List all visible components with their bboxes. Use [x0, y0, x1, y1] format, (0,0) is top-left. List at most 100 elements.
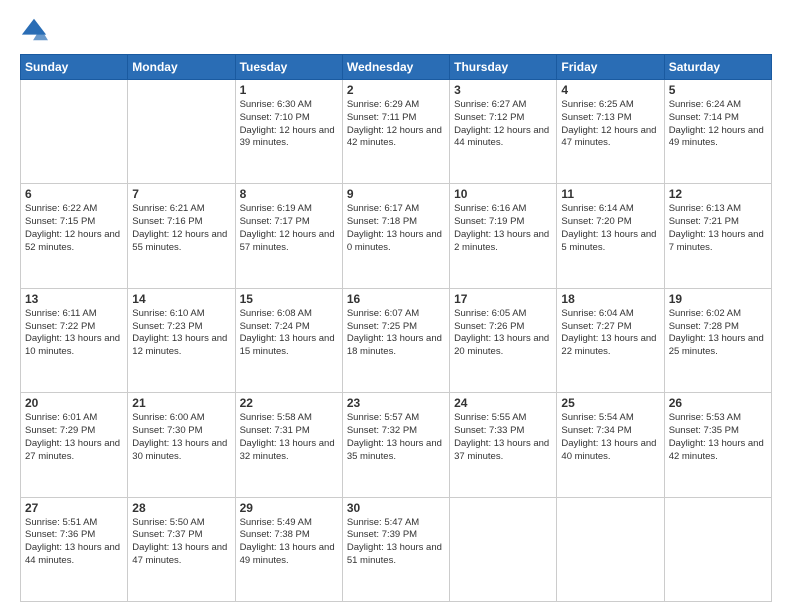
- calendar-cell: 19 Sunrise: 6:02 AM Sunset: 7:28 PM Dayli…: [664, 288, 771, 392]
- header: [20, 16, 772, 44]
- week-row-4: 20 Sunrise: 6:01 AM Sunset: 7:29 PM Dayli…: [21, 393, 772, 497]
- calendar-cell: 24 Sunrise: 5:55 AM Sunset: 7:33 PM Dayli…: [450, 393, 557, 497]
- day-info: Sunrise: 6:04 AM Sunset: 7:27 PM Dayligh…: [561, 308, 659, 359]
- week-row-5: 27 Sunrise: 5:51 AM Sunset: 7:36 PM Dayli…: [21, 497, 772, 601]
- day-number: 8: [240, 187, 338, 201]
- calendar-cell: 4Sunrise: 6:25 AM Sunset: 7:13 PM Daylig…: [557, 80, 664, 184]
- day-info: Sunrise: 5:51 AM Sunset: 7:36 PM Dayligh…: [25, 517, 123, 568]
- calendar-cell: [21, 80, 128, 184]
- calendar-cell: 14 Sunrise: 6:10 AM Sunset: 7:23 PM Dayli…: [128, 288, 235, 392]
- calendar-cell: [128, 80, 235, 184]
- calendar-cell: [664, 497, 771, 601]
- logo: [20, 16, 52, 44]
- day-number: 28: [132, 501, 230, 515]
- day-number: 30: [347, 501, 445, 515]
- day-number: 9: [347, 187, 445, 201]
- week-row-3: 13 Sunrise: 6:11 AM Sunset: 7:22 PM Dayli…: [21, 288, 772, 392]
- day-info: Sunrise: 5:57 AM Sunset: 7:32 PM Dayligh…: [347, 412, 445, 463]
- day-number: 19: [669, 292, 767, 306]
- day-number: 11: [561, 187, 659, 201]
- calendar-cell: 23 Sunrise: 5:57 AM Sunset: 7:32 PM Dayli…: [342, 393, 449, 497]
- day-number: 29: [240, 501, 338, 515]
- calendar-cell: 22 Sunrise: 5:58 AM Sunset: 7:31 PM Dayli…: [235, 393, 342, 497]
- calendar: SundayMondayTuesdayWednesdayThursdayFrid…: [20, 54, 772, 602]
- day-number: 21: [132, 396, 230, 410]
- calendar-cell: 5 Sunrise: 6:24 AM Sunset: 7:14 PM Daylig…: [664, 80, 771, 184]
- day-info: Sunrise: 5:55 AM Sunset: 7:33 PM Dayligh…: [454, 412, 552, 463]
- day-number: 25: [561, 396, 659, 410]
- day-info: Sunrise: 6:30 AM Sunset: 7:10 PM Dayligh…: [240, 99, 338, 150]
- calendar-cell: [557, 497, 664, 601]
- calendar-cell: 10Sunrise: 6:16 AM Sunset: 7:19 PM Dayli…: [450, 184, 557, 288]
- day-number: 1: [240, 83, 338, 97]
- day-info: Sunrise: 5:58 AM Sunset: 7:31 PM Dayligh…: [240, 412, 338, 463]
- day-number: 20: [25, 396, 123, 410]
- weekday-header-friday: Friday: [557, 55, 664, 80]
- day-info: Sunrise: 6:08 AM Sunset: 7:24 PM Dayligh…: [240, 308, 338, 359]
- day-number: 23: [347, 396, 445, 410]
- day-info: Sunrise: 6:01 AM Sunset: 7:29 PM Dayligh…: [25, 412, 123, 463]
- day-number: 6: [25, 187, 123, 201]
- calendar-cell: 18 Sunrise: 6:04 AM Sunset: 7:27 PM Dayli…: [557, 288, 664, 392]
- day-info: Sunrise: 6:17 AM Sunset: 7:18 PM Dayligh…: [347, 203, 445, 254]
- day-info: Sunrise: 5:50 AM Sunset: 7:37 PM Dayligh…: [132, 517, 230, 568]
- day-info: Sunrise: 5:54 AM Sunset: 7:34 PM Dayligh…: [561, 412, 659, 463]
- calendar-cell: 2 Sunrise: 6:29 AM Sunset: 7:11 PM Daylig…: [342, 80, 449, 184]
- weekday-header-sunday: Sunday: [21, 55, 128, 80]
- day-number: 14: [132, 292, 230, 306]
- calendar-cell: 12 Sunrise: 6:13 AM Sunset: 7:21 PM Dayli…: [664, 184, 771, 288]
- day-info: Sunrise: 6:24 AM Sunset: 7:14 PM Dayligh…: [669, 99, 767, 150]
- calendar-cell: 21Sunrise: 6:00 AM Sunset: 7:30 PM Dayli…: [128, 393, 235, 497]
- calendar-cell: 1 Sunrise: 6:30 AM Sunset: 7:10 PM Daylig…: [235, 80, 342, 184]
- weekday-header-tuesday: Tuesday: [235, 55, 342, 80]
- calendar-cell: 8Sunrise: 6:19 AM Sunset: 7:17 PM Daylig…: [235, 184, 342, 288]
- day-number: 16: [347, 292, 445, 306]
- calendar-cell: 20 Sunrise: 6:01 AM Sunset: 7:29 PM Dayli…: [21, 393, 128, 497]
- calendar-cell: 28 Sunrise: 5:50 AM Sunset: 7:37 PM Dayli…: [128, 497, 235, 601]
- day-info: Sunrise: 5:47 AM Sunset: 7:39 PM Dayligh…: [347, 517, 445, 568]
- day-number: 17: [454, 292, 552, 306]
- weekday-header-thursday: Thursday: [450, 55, 557, 80]
- calendar-cell: 11 Sunrise: 6:14 AM Sunset: 7:20 PM Dayli…: [557, 184, 664, 288]
- day-number: 5: [669, 83, 767, 97]
- day-info: Sunrise: 6:14 AM Sunset: 7:20 PM Dayligh…: [561, 203, 659, 254]
- day-info: Sunrise: 6:07 AM Sunset: 7:25 PM Dayligh…: [347, 308, 445, 359]
- weekday-header-wednesday: Wednesday: [342, 55, 449, 80]
- page: SundayMondayTuesdayWednesdayThursdayFrid…: [0, 0, 792, 612]
- calendar-cell: 9 Sunrise: 6:17 AM Sunset: 7:18 PM Daylig…: [342, 184, 449, 288]
- day-info: Sunrise: 6:13 AM Sunset: 7:21 PM Dayligh…: [669, 203, 767, 254]
- week-row-1: 1 Sunrise: 6:30 AM Sunset: 7:10 PM Daylig…: [21, 80, 772, 184]
- day-info: Sunrise: 6:22 AM Sunset: 7:15 PM Dayligh…: [25, 203, 123, 254]
- calendar-cell: 25 Sunrise: 5:54 AM Sunset: 7:34 PM Dayli…: [557, 393, 664, 497]
- day-info: Sunrise: 6:11 AM Sunset: 7:22 PM Dayligh…: [25, 308, 123, 359]
- calendar-cell: 16 Sunrise: 6:07 AM Sunset: 7:25 PM Dayli…: [342, 288, 449, 392]
- day-number: 13: [25, 292, 123, 306]
- weekday-header-row: SundayMondayTuesdayWednesdayThursdayFrid…: [21, 55, 772, 80]
- calendar-cell: 27 Sunrise: 5:51 AM Sunset: 7:36 PM Dayli…: [21, 497, 128, 601]
- day-number: 27: [25, 501, 123, 515]
- day-number: 12: [669, 187, 767, 201]
- day-number: 7: [132, 187, 230, 201]
- day-info: Sunrise: 6:02 AM Sunset: 7:28 PM Dayligh…: [669, 308, 767, 359]
- calendar-cell: 6 Sunrise: 6:22 AM Sunset: 7:15 PM Daylig…: [21, 184, 128, 288]
- day-info: Sunrise: 6:10 AM Sunset: 7:23 PM Dayligh…: [132, 308, 230, 359]
- calendar-cell: 17 Sunrise: 6:05 AM Sunset: 7:26 PM Dayli…: [450, 288, 557, 392]
- day-info: Sunrise: 6:16 AM Sunset: 7:19 PM Dayligh…: [454, 203, 552, 254]
- day-info: Sunrise: 6:05 AM Sunset: 7:26 PM Dayligh…: [454, 308, 552, 359]
- day-number: 24: [454, 396, 552, 410]
- day-number: 22: [240, 396, 338, 410]
- week-row-2: 6 Sunrise: 6:22 AM Sunset: 7:15 PM Daylig…: [21, 184, 772, 288]
- day-number: 26: [669, 396, 767, 410]
- calendar-cell: 15 Sunrise: 6:08 AM Sunset: 7:24 PM Dayli…: [235, 288, 342, 392]
- day-number: 2: [347, 83, 445, 97]
- day-info: Sunrise: 6:21 AM Sunset: 7:16 PM Dayligh…: [132, 203, 230, 254]
- day-number: 18: [561, 292, 659, 306]
- calendar-cell: 3Sunrise: 6:27 AM Sunset: 7:12 PM Daylig…: [450, 80, 557, 184]
- day-info: Sunrise: 6:27 AM Sunset: 7:12 PM Dayligh…: [454, 99, 552, 150]
- day-info: Sunrise: 6:29 AM Sunset: 7:11 PM Dayligh…: [347, 99, 445, 150]
- day-info: Sunrise: 5:49 AM Sunset: 7:38 PM Dayligh…: [240, 517, 338, 568]
- day-info: Sunrise: 6:25 AM Sunset: 7:13 PM Dayligh…: [561, 99, 659, 150]
- weekday-header-saturday: Saturday: [664, 55, 771, 80]
- calendar-cell: 26Sunrise: 5:53 AM Sunset: 7:35 PM Dayli…: [664, 393, 771, 497]
- day-number: 15: [240, 292, 338, 306]
